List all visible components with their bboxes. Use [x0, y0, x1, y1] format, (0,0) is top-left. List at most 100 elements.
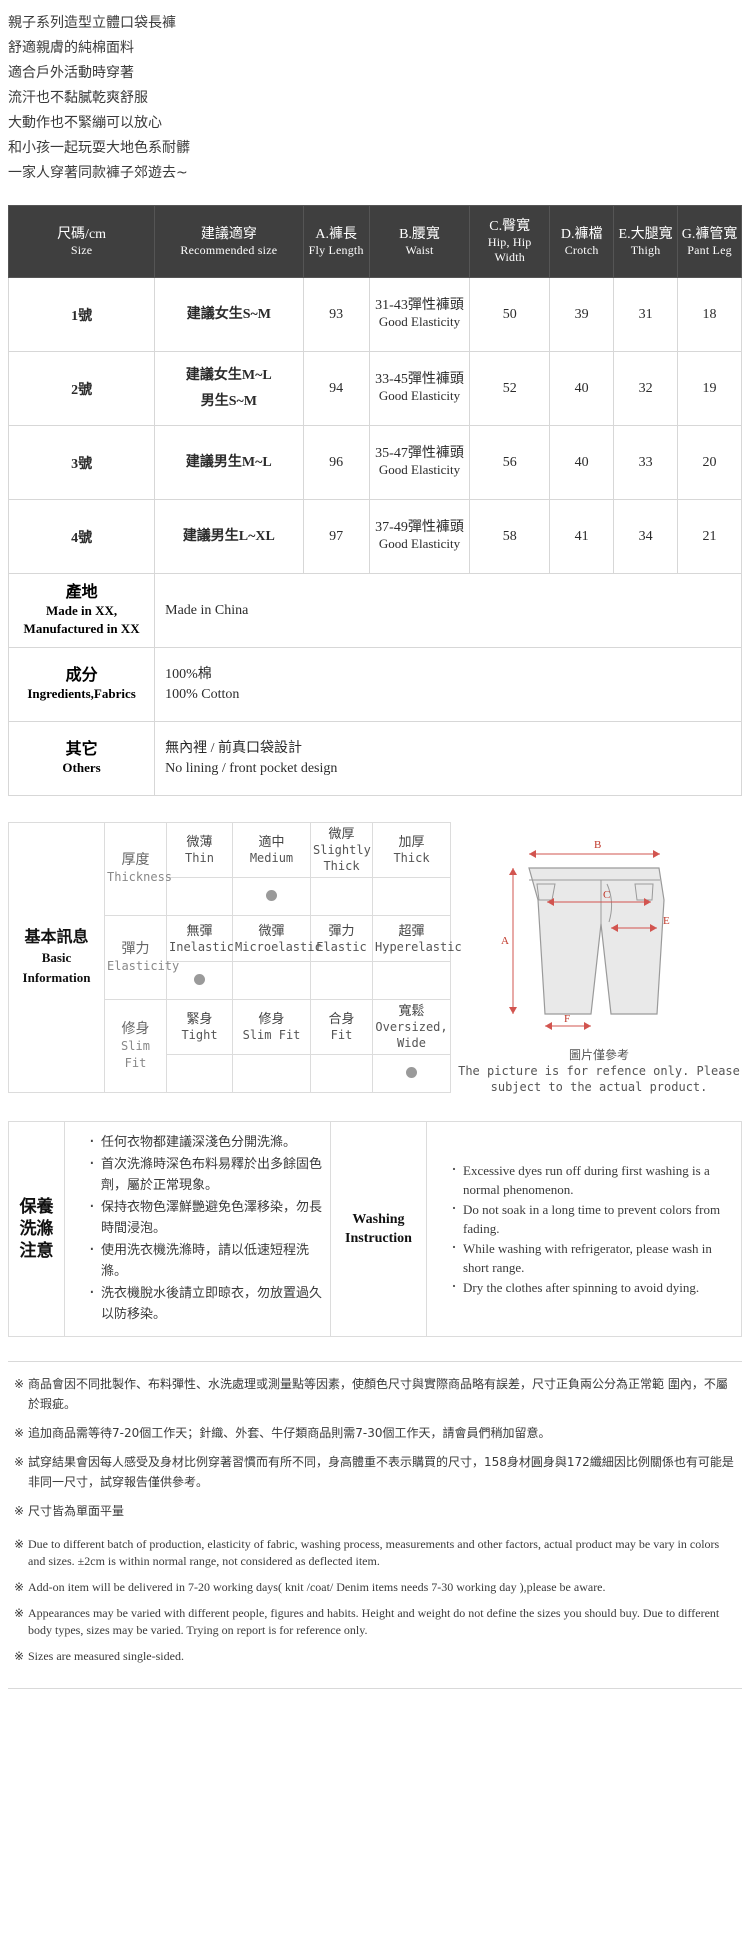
table-row: 2號 建議女生M~L 男生S~M 94 33-45彈性褲頭 Good Elast…	[7, 351, 742, 426]
mark-fit-2	[310, 1054, 373, 1093]
col-header-thigh: E.大腿寬 Thigh	[613, 205, 679, 278]
col-header-waist: B.腰寬 Waist	[368, 205, 471, 278]
mark-fit-3	[372, 1054, 451, 1093]
diagram-marker-E: E	[663, 915, 670, 927]
washing-item-cn: 首次洗滌時深色布料易釋於出多餘固色劑，屬於正常現象。	[89, 1153, 322, 1196]
intro-line: 一家人穿著同款褲子郊遊去~	[8, 165, 188, 181]
product-description: 親子系列造型立體口袋長褲 舒適親膚的純棉面料 適合戶外活動時穿著 流汗也不黏膩乾…	[0, 0, 750, 199]
washing-item-cn: 使用洗衣機洗滌時，請以低速短程洗滌。	[89, 1239, 322, 1282]
selected-dot-icon	[406, 1066, 417, 1078]
intro-line: 流汗也不黏膩乾爽舒服	[8, 90, 148, 106]
mark-fit-1	[232, 1054, 311, 1093]
cell-size: 1號	[7, 277, 156, 352]
info-label-origin: 產地 Made in XX, Manufactured in XX	[7, 573, 156, 648]
note-en: ※ Due to different batch of production, …	[14, 1537, 720, 1568]
cell-size: 3號	[7, 425, 156, 500]
washing-item-en: Excessive dyes run off during first wash…	[451, 1160, 733, 1199]
cell-hip: 50	[469, 277, 551, 352]
washing-items-cn: 任何衣物都建議深淺色分開洗滌。 首次洗滌時深色布料易釋於出多餘固色劑，屬於正常現…	[64, 1121, 331, 1337]
basic-row-thickness-options: 基本訊息 Basic Information 厚度 Thickness 微薄 T…	[8, 822, 451, 1093]
washing-item-en: While washing with refrigerator, please …	[451, 1238, 733, 1277]
cell-crotch: 40	[549, 351, 615, 426]
cell-recommended: 建議女生M~L 男生S~M	[154, 351, 304, 426]
cell-thigh: 31	[613, 277, 679, 352]
cell-thigh: 32	[613, 351, 679, 426]
mark-thickness-0	[166, 877, 233, 916]
cell-fly-length: 96	[302, 425, 370, 500]
note-en: ※ Appearances may be varied with differe…	[14, 1606, 720, 1637]
cell-recommended: 建議男生M~L	[154, 425, 304, 500]
washing-item-en: Dry the clothes after spinning to avoid …	[451, 1277, 733, 1297]
diagram-marker-B: B	[594, 839, 601, 851]
cell-fly-length: 94	[302, 351, 370, 426]
note-en: ※ Add-on item will be delivered in 7-20 …	[14, 1580, 606, 1594]
intro-line: 和小孩一起玩耍大地色系耐髒	[8, 140, 190, 156]
info-value-others: 無內裡 / 前真口袋設計 No lining / front pocket de…	[154, 721, 742, 796]
washing-item-cn: 任何衣物都建議深淺色分開洗滌。	[89, 1131, 322, 1153]
mark-elasticity-2	[310, 961, 373, 1000]
cell-fly-length: 93	[302, 277, 370, 352]
cell-pant-leg: 19	[677, 351, 742, 426]
info-value-origin: Made in China	[154, 573, 742, 648]
cell-pant-leg: 21	[677, 499, 742, 574]
col-header-hip-width: C.臀寬 Hip, Hip Width	[469, 205, 551, 278]
cell-crotch: 41	[549, 499, 615, 574]
note-mark-icon: ※	[14, 1649, 25, 1663]
cell-pant-leg: 20	[677, 425, 742, 500]
diagram-marker-F: F	[564, 1013, 570, 1025]
cell-hip: 52	[469, 351, 551, 426]
diagram-marker-A: A	[501, 935, 509, 947]
diagram-marker-C: C	[603, 889, 610, 901]
note-mark-icon: ※	[14, 1580, 25, 1594]
washing-item-cn: 洗衣機脫水後請立即晾衣，勿放置過久以防移染。	[89, 1282, 322, 1325]
washing-label-en: Washing Instruction	[330, 1121, 427, 1337]
mark-fit-0	[166, 1054, 233, 1093]
note-mark-icon: ※	[14, 1606, 25, 1620]
note-mark-icon: ※	[14, 1504, 25, 1518]
pants-measurement-diagram: B C E A F 圖片僅參考 The picture is for refen…	[451, 822, 747, 1095]
table-row: 4號 建議男生L~XL 97 37-49彈性褲頭 Good Elasticity…	[7, 499, 742, 574]
info-row-others: 其它 Others 無內裡 / 前真口袋設計 No lining / front…	[7, 721, 742, 796]
info-label-others: 其它 Others	[7, 721, 156, 796]
cell-recommended: 建議男生L~XL	[154, 499, 304, 574]
note-en: ※ Sizes are measured single-sided.	[14, 1649, 184, 1663]
basic-information-section: 基本訊息 Basic Information 厚度 Thickness 微薄 T…	[8, 822, 742, 1095]
cell-hip: 56	[469, 425, 551, 500]
cell-waist: 33-45彈性褲頭 Good Elasticity	[368, 351, 471, 426]
note-mark-icon: ※	[14, 1455, 25, 1469]
option-elasticity-inelastic: 無彈 Inelastic	[166, 915, 234, 962]
option-thickness-slightly-thick: 微厚 Slightly Thick	[310, 822, 373, 878]
selected-dot-icon	[266, 889, 277, 901]
mark-thickness-2	[310, 877, 373, 916]
info-row-fabric: 成分 Ingredients,Fabrics 100%棉 100% Cotton	[7, 647, 742, 722]
disclaimer-notes: ※ 商品會因不同批製作、布料彈性、水洗處理或測量點等因素，使顏色尺寸與實際商品略…	[8, 1361, 742, 1689]
intro-line: 舒適親膚的純棉面料	[8, 40, 134, 56]
cell-size: 2號	[7, 351, 156, 426]
option-thickness-thin: 微薄 Thin	[166, 822, 233, 878]
option-fit-slim: 修身 Slim Fit	[232, 999, 311, 1055]
washing-item-en: Do not soak in a long time to prevent co…	[451, 1199, 733, 1238]
washing-instruction-table: 保養 洗滌 注意 任何衣物都建議深淺色分開洗滌。 首次洗滌時深色布料易釋於出多餘…	[8, 1121, 742, 1337]
note-mark-icon: ※	[14, 1377, 25, 1391]
option-elasticity-elastic: 彈力 Elastic	[310, 915, 373, 962]
diagram-caption: 圖片僅參考 The picture is for refence only. P…	[458, 1048, 740, 1094]
size-chart-header-row: 尺碼/cm Size 建議適穿 Recommended size A.褲長 Fl…	[7, 205, 742, 278]
cell-recommended: 建議女生S~M	[154, 277, 304, 352]
cell-waist: 37-49彈性褲頭 Good Elasticity	[368, 499, 471, 574]
note-mark-icon: ※	[14, 1426, 25, 1440]
cell-fly-length: 97	[302, 499, 370, 574]
washing-row: 保養 洗滌 注意 任何衣物都建議深淺色分開洗滌。 首次洗滌時深色布料易釋於出多餘…	[8, 1121, 742, 1337]
cell-thigh: 33	[613, 425, 679, 500]
note-cn: ※ 試穿結果會因每人感受及身材比例穿著習慣而有所不同，身高體重不表示購買的尺寸，…	[14, 1452, 736, 1492]
mark-elasticity-3	[372, 961, 451, 1000]
intro-line: 適合戶外活動時穿著	[8, 65, 134, 81]
option-fit-tight: 緊身 Tight	[166, 999, 233, 1055]
note-cn: ※ 商品會因不同批製作、布料彈性、水洗處理或測量點等因素，使顏色尺寸與實際商品略…	[14, 1374, 736, 1414]
option-fit-fit: 合身 Fit	[310, 999, 373, 1055]
size-chart-table: 尺碼/cm Size 建議適穿 Recommended size A.褲長 Fl…	[7, 205, 742, 796]
intro-line: 大動作也不緊繃可以放心	[8, 115, 162, 131]
option-elasticity-hyperelastic: 超彈 Hyperelastic	[372, 915, 462, 962]
basic-info-title: 基本訊息 Basic Information	[8, 822, 105, 1093]
table-row: 1號 建議女生S~M 93 31-43彈性褲頭 Good Elasticity …	[7, 277, 742, 352]
cell-hip: 58	[469, 499, 551, 574]
